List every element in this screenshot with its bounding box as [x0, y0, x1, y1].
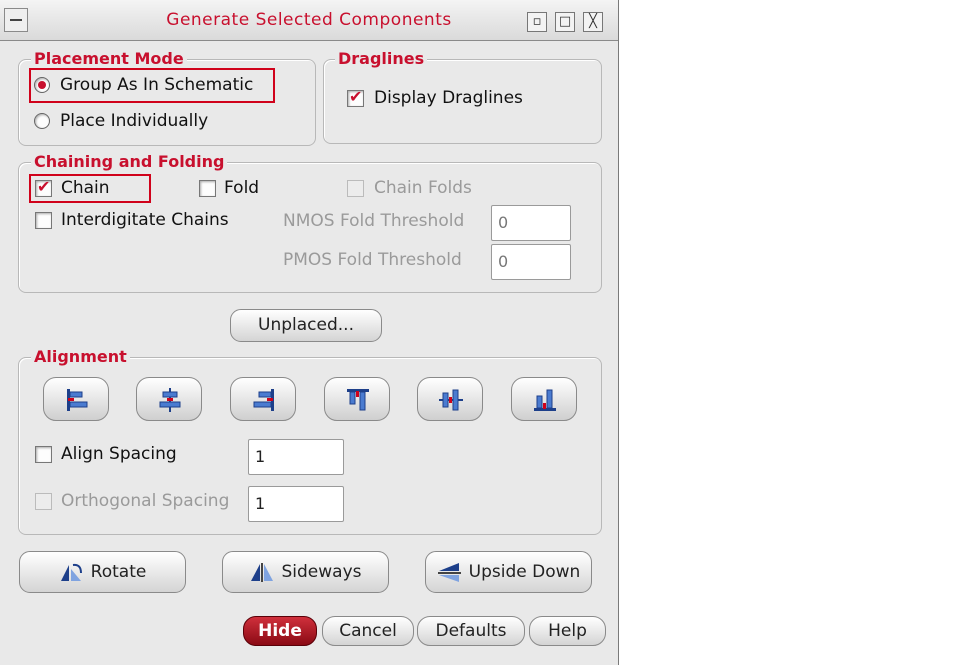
- orthogonal-spacing-label: Orthogonal Spacing: [61, 491, 230, 511]
- align-right-icon: [253, 389, 274, 411]
- orthogonal-spacing-field[interactable]: 1: [248, 486, 344, 522]
- cancel-button[interactable]: Cancel: [322, 616, 414, 646]
- place-individually-radio[interactable]: [34, 113, 50, 129]
- align-top-icon: [347, 389, 369, 411]
- sideways-icon: [251, 563, 274, 582]
- checkmark-icon: ✔: [37, 177, 51, 196]
- group-as-schematic-radio[interactable]: [34, 77, 50, 93]
- display-draglines-label[interactable]: Display Draglines: [374, 88, 523, 108]
- align-right-button[interactable]: [230, 377, 296, 421]
- align-bottom-icon: [534, 389, 556, 411]
- sideways-button[interactable]: Sideways: [222, 551, 389, 593]
- nmos-fold-threshold-label: NMOS Fold Threshold: [283, 211, 465, 231]
- upside-down-label: Upside Down: [468, 562, 581, 582]
- chain-checkbox[interactable]: ✔: [35, 177, 52, 197]
- defaults-button[interactable]: Defaults: [417, 616, 525, 646]
- align-spacing-checkbox[interactable]: [35, 446, 52, 463]
- place-individually-label[interactable]: Place Individually: [60, 111, 208, 131]
- align-top-button[interactable]: [324, 377, 390, 421]
- placement-mode-legend: Placement Mode: [31, 49, 187, 68]
- checkmark-icon: ✔: [349, 87, 363, 106]
- rotate-label: Rotate: [90, 562, 147, 582]
- pmos-fold-threshold-label: PMOS Fold Threshold: [283, 250, 462, 270]
- nmos-fold-threshold-field[interactable]: 0: [491, 205, 571, 241]
- rotate-icon: [60, 563, 82, 581]
- align-spacing-field[interactable]: 1: [248, 439, 344, 475]
- title-bar[interactable]: Generate Selected Components ▫ □ ╳: [0, 0, 618, 41]
- unplaced-button[interactable]: Unplaced...: [230, 309, 382, 342]
- fold-checkbox[interactable]: [199, 180, 216, 197]
- align-center-vertical-icon: [439, 389, 463, 411]
- chain-folds-checkbox[interactable]: [347, 180, 364, 197]
- minimize-button[interactable]: ▫: [527, 12, 547, 32]
- interdigitate-chains-checkbox[interactable]: [35, 212, 52, 229]
- align-spacing-label[interactable]: Align Spacing: [61, 444, 177, 464]
- align-left-button[interactable]: [43, 377, 109, 421]
- orthogonal-spacing-checkbox[interactable]: [35, 493, 52, 510]
- align-center-horizontal-icon: [159, 388, 181, 412]
- draglines-legend: Draglines: [335, 49, 428, 68]
- chain-label[interactable]: Chain: [61, 178, 110, 198]
- fold-label[interactable]: Fold: [224, 178, 259, 198]
- display-draglines-checkbox[interactable]: ✔: [347, 87, 364, 107]
- align-bottom-button[interactable]: [511, 377, 577, 421]
- hide-button[interactable]: Hide: [243, 616, 317, 646]
- chaining-folding-legend: Chaining and Folding: [31, 152, 228, 171]
- chain-folds-label: Chain Folds: [374, 178, 472, 198]
- group-as-schematic-label[interactable]: Group As In Schematic: [60, 75, 253, 95]
- alignment-legend: Alignment: [31, 347, 130, 366]
- pmos-fold-threshold-field[interactable]: 0: [491, 244, 571, 280]
- sideways-label: Sideways: [281, 562, 362, 582]
- close-button[interactable]: ╳: [583, 12, 603, 32]
- align-left-icon: [67, 389, 88, 411]
- align-center-vertical-button[interactable]: [417, 377, 483, 421]
- rotate-button[interactable]: Rotate: [19, 551, 186, 593]
- window-title: Generate Selected Components: [166, 10, 452, 30]
- upside-down-icon: [437, 563, 461, 582]
- upside-down-button[interactable]: Upside Down: [425, 551, 592, 593]
- align-center-horizontal-button[interactable]: [136, 377, 202, 421]
- maximize-button[interactable]: □: [555, 12, 575, 32]
- help-button[interactable]: Help: [529, 616, 606, 646]
- interdigitate-chains-label[interactable]: Interdigitate Chains: [61, 210, 229, 230]
- dialog-window: Generate Selected Components ▫ □ ╳ Place…: [0, 0, 619, 665]
